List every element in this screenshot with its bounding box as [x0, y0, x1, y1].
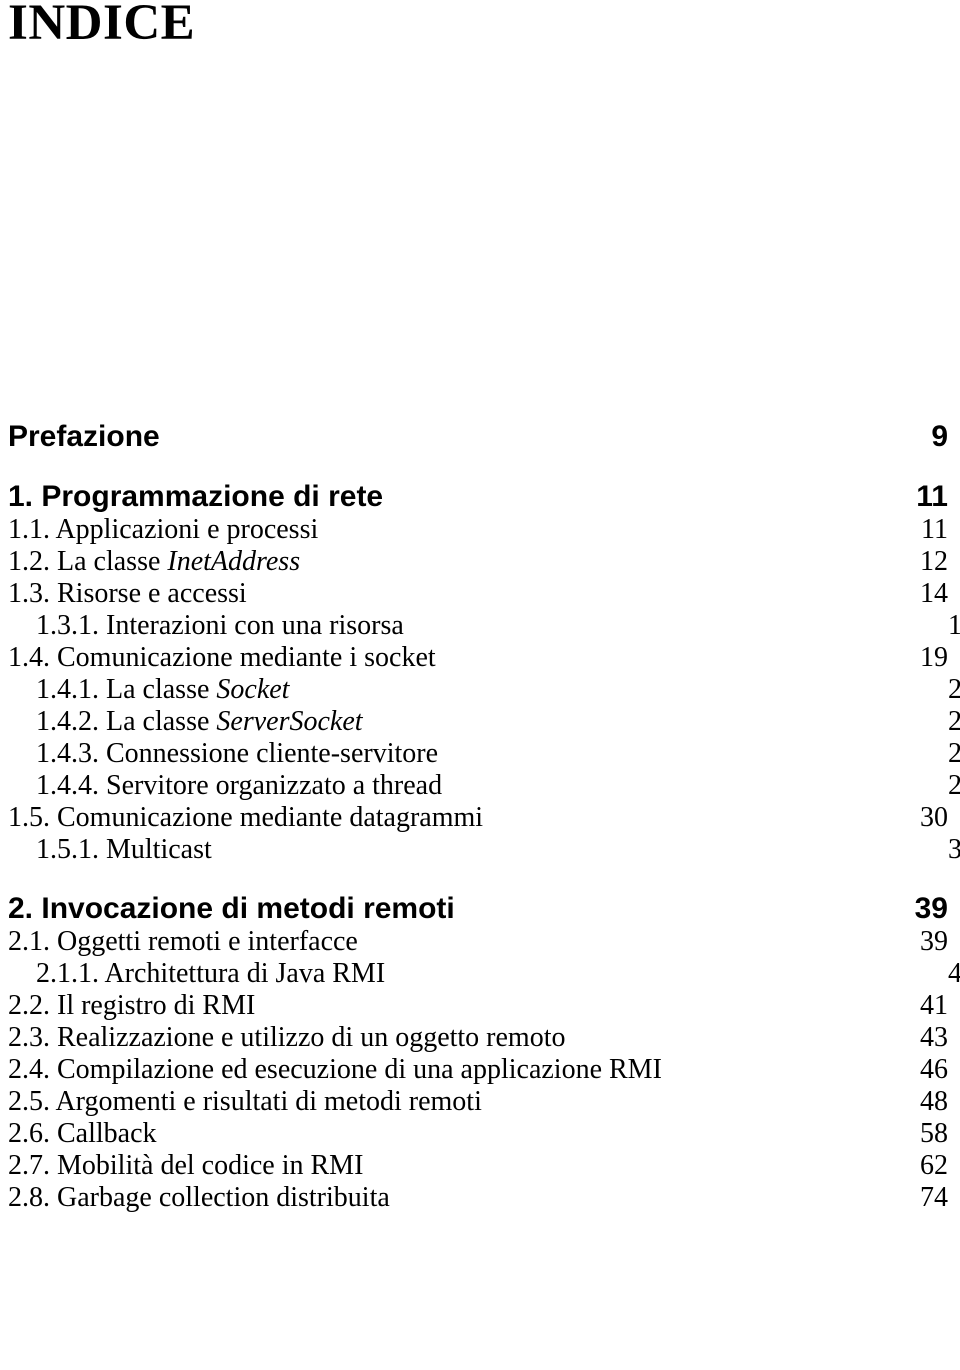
toc-entry-page: 12 [920, 546, 948, 577]
toc-entry[interactable]: 1.4.2. La classe ServerSocket 20 [8, 708, 960, 736]
toc-entry[interactable]: 2.3. Realizzazione e utilizzo di un ogge… [8, 1024, 948, 1052]
toc-entry-label: 2.8. Garbage collection distribuita [8, 1182, 390, 1213]
toc-entry-label: 2.7. Mobilità del codice in RMI [8, 1150, 364, 1181]
toc-entry[interactable]: 1.4.4. Servitore organizzato a thread 26 [8, 772, 960, 800]
toc-entry[interactable]: 2.7. Mobilità del codice in RMI 62 [8, 1152, 948, 1180]
toc-entry[interactable]: 1.3.1. Interazioni con una risorsa 16 [8, 612, 960, 640]
toc-entry-label: 2. Invocazione di metodi remoti [8, 892, 455, 925]
toc-entry[interactable]: 1.1. Applicazioni e processi 11 [8, 516, 948, 544]
toc-entry-label: 1.4.4. Servitore organizzato a thread [36, 770, 443, 801]
toc-entry-page: 20 [948, 674, 960, 705]
toc-entry-page: 19 [920, 642, 948, 673]
toc-entry-label: 1.3. Risorse e accessi [8, 578, 247, 609]
toc-entry-label: 2.5. Argomenti e risultati di metodi rem… [8, 1086, 482, 1117]
toc-entry[interactable]: 2. Invocazione di metodi remoti 39 [8, 894, 948, 924]
toc-entry-label: 2.4. Compilazione ed esecuzione di una a… [8, 1054, 662, 1085]
toc-entry[interactable]: 2.2. Il registro di RMI 41 [8, 992, 948, 1020]
toc-entry-page: 46 [920, 1054, 948, 1085]
toc-entry[interactable]: 2.1. Oggetti remoti e interfacce 39 [8, 928, 948, 956]
toc-entry-page: 11 [921, 514, 948, 545]
toc-entry-label: 1.5. Comunicazione mediante datagrammi [8, 802, 484, 833]
toc-entry-label: 1.4. Comunicazione mediante i socket [8, 642, 436, 673]
toc-entry-label: 2.6. Callback [8, 1118, 157, 1149]
toc-entry-label: 1.1. Applicazioni e processi [8, 514, 319, 545]
document-page: INDICE Prefazione 9 1. Programmazione di r… [0, 0, 960, 1370]
toc-entry-page: 21 [948, 738, 960, 769]
toc-entry-page: 20 [948, 706, 960, 737]
toc-entry[interactable]: 1.4. Comunicazione mediante i socket 19 [8, 644, 948, 672]
toc-entry-label-italic: InetAddress [167, 546, 301, 577]
toc-entry-label: 2.1.1. Architettura di Java RMI [36, 958, 386, 989]
toc-entry-page: 14 [920, 578, 948, 609]
toc-entry-page: 39 [920, 926, 948, 957]
toc-entry[interactable]: 2.4. Compilazione ed esecuzione di una a… [8, 1056, 948, 1084]
toc-entry-page: 39 [914, 892, 948, 925]
table-of-contents: Prefazione 9 1. Programmazione di rete 11 1.… [8, 418, 960, 1212]
toc-entry-label-italic: Socket [216, 674, 290, 705]
toc-entry-page: 48 [920, 1086, 948, 1117]
toc-entry-label: 1.4.3. Connessione cliente-servitore [36, 738, 439, 769]
toc-entry[interactable]: 2.5. Argomenti e risultati di metodi rem… [8, 1088, 948, 1116]
toc-entry-page: 34 [948, 834, 960, 865]
toc-entry-label: 2.2. Il registro di RMI [8, 990, 256, 1021]
toc-entry[interactable]: 2.1.1. Architettura di Java RMI 40 [8, 960, 960, 988]
toc-entry[interactable]: 1.3. Risorse e accessi 14 [8, 580, 948, 608]
page-title: INDICE [8, 0, 196, 51]
toc-entry[interactable]: 2.6. Callback 58 [8, 1120, 948, 1148]
toc-entry[interactable]: 2.8. Garbage collection distribuita 74 [8, 1184, 948, 1212]
toc-entry[interactable]: 1.2. La classe InetAddress 12 [8, 548, 948, 576]
toc-entry-page: 16 [948, 610, 960, 641]
toc-entry[interactable]: 1.4.1. La classe Socket 20 [8, 676, 960, 704]
toc-entry[interactable]: 1. Programmazione di rete 11 [8, 482, 948, 512]
toc-entry-page: 11 [916, 480, 948, 513]
toc-entry-label: 2.1. Oggetti remoti e interfacce [8, 926, 358, 957]
toc-entry-page: 43 [920, 1022, 948, 1053]
toc-entry-label: 1.5.1. Multicast [36, 834, 212, 865]
toc-entry-page: 30 [920, 802, 948, 833]
toc-entry-page: 74 [920, 1182, 948, 1213]
toc-entry-label: 2.3. Realizzazione e utilizzo di un ogge… [8, 1022, 566, 1053]
toc-entry-page: 9 [931, 420, 948, 453]
toc-entry-page: 26 [948, 770, 960, 801]
toc-entry-page: 40 [948, 958, 960, 989]
toc-entry-label: 1. Programmazione di rete [8, 480, 384, 513]
toc-entry-label: 1.4.1. La classe Socket [36, 674, 290, 705]
toc-entry-label: 1.3.1. Interazioni con una risorsa [36, 610, 404, 641]
toc-entry-label: 1.4.2. La classe ServerSocket [36, 706, 363, 737]
toc-entry[interactable]: 1.4.3. Connessione cliente-servitore 21 [8, 740, 960, 768]
toc-entry-page: 41 [920, 990, 948, 1021]
toc-entry-label: Prefazione [8, 420, 160, 453]
toc-entry[interactable]: 1.5. Comunicazione mediante datagrammi 30 [8, 804, 948, 832]
toc-entry[interactable]: 1.5.1. Multicast 34 [8, 836, 960, 864]
toc-entry-page: 58 [920, 1118, 948, 1149]
toc-entry-label-italic: ServerSocket [216, 706, 363, 737]
toc-entry-page: 62 [920, 1150, 948, 1181]
toc-entry-label: 1.2. La classe InetAddress [8, 546, 301, 577]
toc-entry[interactable]: Prefazione 9 [8, 422, 948, 452]
